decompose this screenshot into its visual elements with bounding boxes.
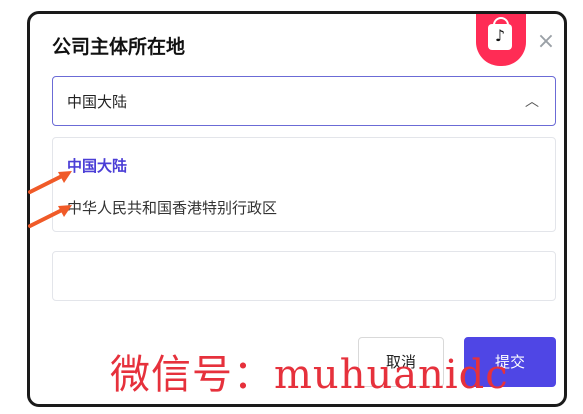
- annotation-arrow-icon: [28, 205, 72, 228]
- dialog-title: 公司主体所在地: [52, 36, 186, 58]
- tiktok-shop-icon: ♪: [476, 14, 526, 66]
- chevron-up-icon[interactable]: ︿: [525, 91, 539, 111]
- select-value: 中国大陆: [67, 93, 128, 111]
- option-hong-kong-sar[interactable]: 中华人民共和国香港特别行政区: [67, 197, 277, 218]
- annotation-arrow-icon: [28, 171, 72, 194]
- close-icon[interactable]: ×: [536, 31, 556, 53]
- location-select[interactable]: 中国大陆 ︿: [52, 76, 556, 126]
- select-dropdown: 中国大陆 中华人民共和国香港特别行政区: [52, 137, 556, 232]
- watermark-text: 微信号：muhuanidc: [110, 352, 509, 398]
- option-mainland-china[interactable]: 中国大陆: [67, 155, 127, 176]
- secondary-input[interactable]: [52, 251, 556, 301]
- music-note-icon: ♪: [494, 26, 506, 45]
- shopping-bag-icon: ♪: [488, 24, 512, 50]
